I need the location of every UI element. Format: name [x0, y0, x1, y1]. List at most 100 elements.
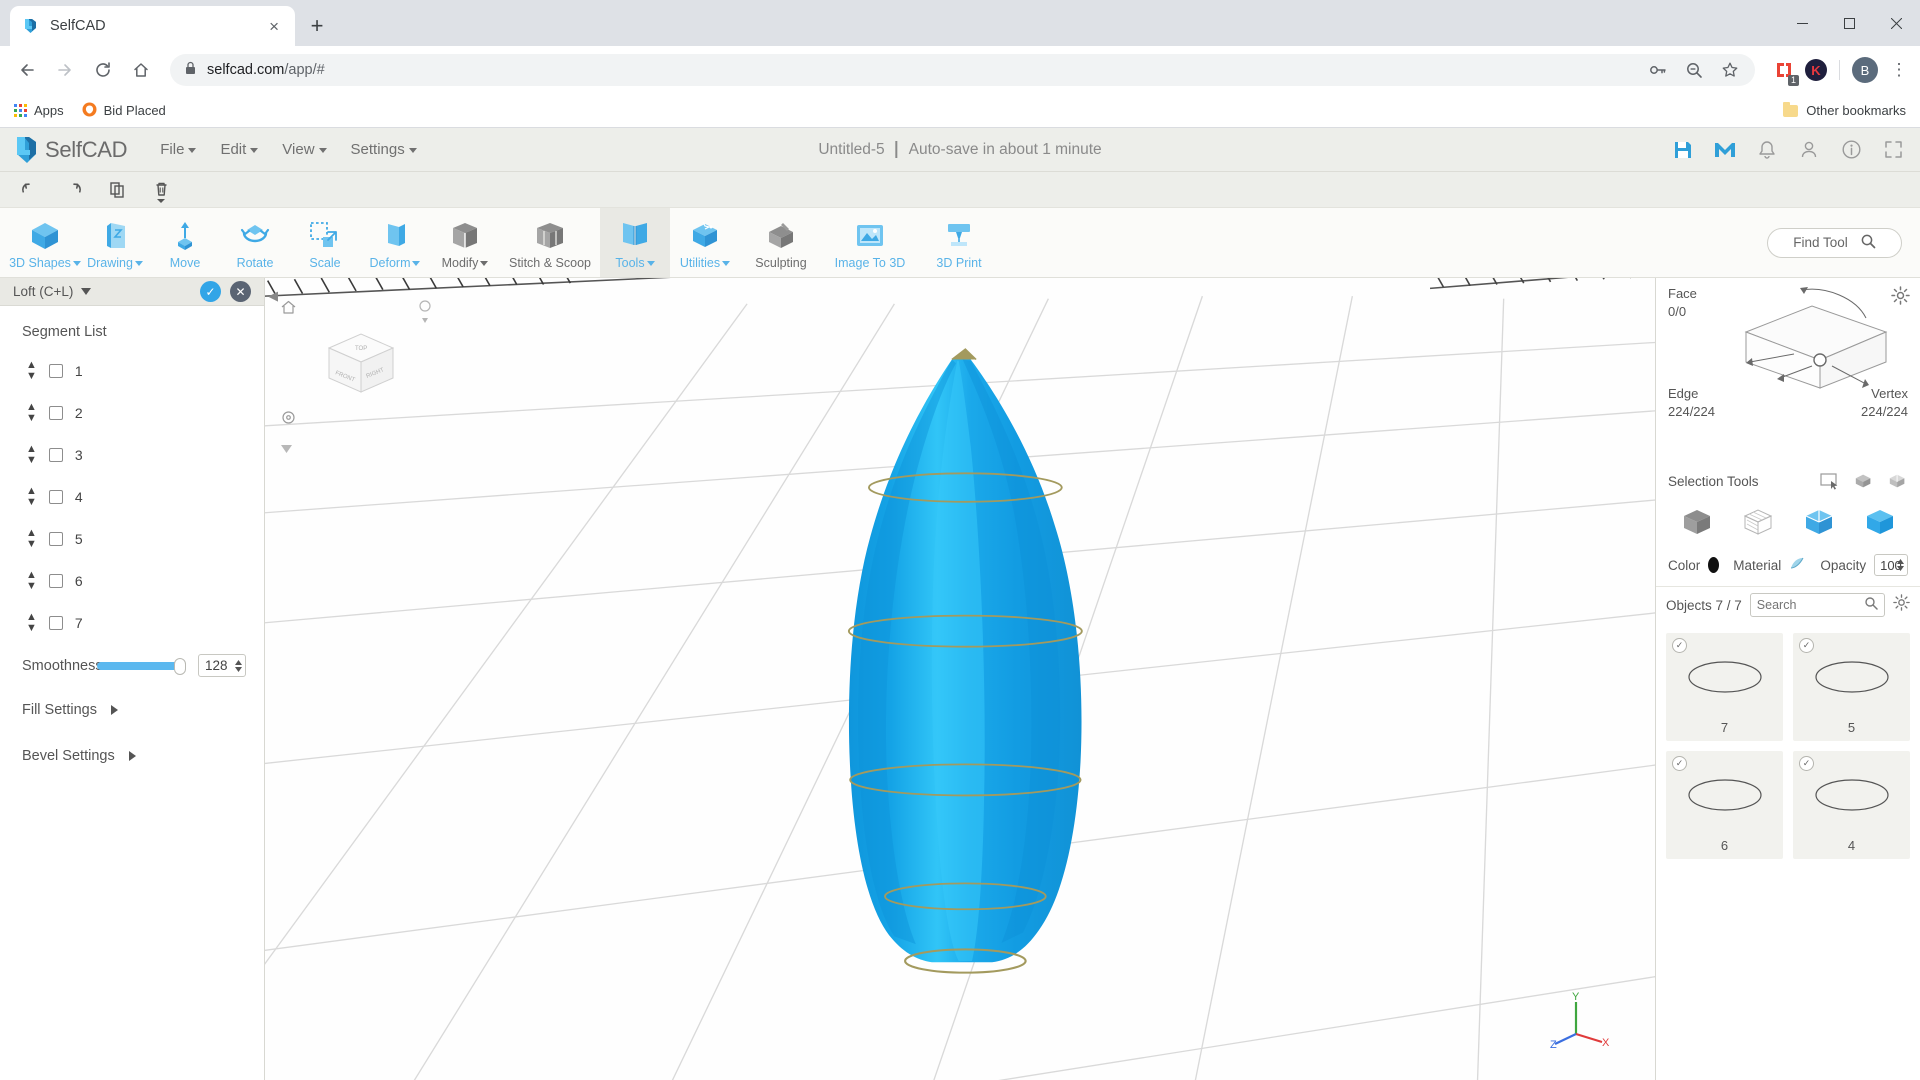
object-visibility-checkbox[interactable]: ✓ [1799, 756, 1814, 771]
segment-list-item[interactable]: ▲▼ 4 [0, 476, 264, 518]
segment-checkbox[interactable] [49, 448, 63, 462]
box-select-icon[interactable] [1854, 472, 1874, 490]
object-visibility-checkbox[interactable]: ✓ [1672, 756, 1687, 771]
ribbon-move[interactable]: Move [150, 208, 220, 277]
ribbon-3d-shapes[interactable]: 3D Shapes [10, 208, 80, 277]
drag-handle-icon[interactable]: ▲▼ [26, 360, 37, 382]
ribbon-scale[interactable]: Scale [290, 208, 360, 277]
document-title[interactable]: Untitled-5 [818, 141, 884, 159]
home-icon[interactable] [124, 53, 158, 87]
drag-handle-icon[interactable]: ▲▼ [26, 612, 37, 634]
confirm-button[interactable]: ✓ [200, 281, 221, 302]
object-card[interactable]: ✓ 6 [1666, 751, 1783, 859]
opacity-input[interactable]: 100 [1874, 554, 1908, 576]
bell-icon[interactable] [1756, 139, 1778, 161]
user-icon[interactable] [1798, 139, 1820, 161]
window-maximize-button[interactable] [1826, 0, 1873, 46]
segment-checkbox[interactable] [49, 532, 63, 546]
profile-avatar[interactable]: B [1852, 57, 1878, 83]
segment-checkbox[interactable] [49, 406, 63, 420]
drag-handle-icon[interactable]: ▲▼ [26, 444, 37, 466]
ribbon-drawing[interactable]: Drawing [80, 208, 150, 277]
light-icon[interactable] [417, 298, 433, 329]
segment-list-item[interactable]: ▲▼ 3 [0, 434, 264, 476]
segment-list-item[interactable]: ▲▼ 1 [0, 350, 264, 392]
drag-handle-icon[interactable]: ▲▼ [26, 486, 37, 508]
drag-handle-icon[interactable]: ▲▼ [26, 402, 37, 424]
material-icon[interactable] [1789, 556, 1806, 575]
delete-icon[interactable] [144, 176, 178, 204]
smoothness-value-input[interactable]: 128 [198, 654, 246, 677]
ribbon-3d-print[interactable]: 3D Print [918, 208, 1000, 277]
view-cube[interactable]: TOP FRONT RIGHT [315, 326, 405, 404]
segment-list-item[interactable]: ▲▼ 7 [0, 602, 264, 644]
save-icon[interactable] [1672, 139, 1694, 161]
window-close-button[interactable] [1873, 0, 1920, 46]
stepper-icon[interactable] [1897, 559, 1904, 571]
search-icon[interactable] [1864, 596, 1878, 615]
face-mode-icon[interactable] [1741, 506, 1775, 538]
bookmark-apps[interactable]: Apps [14, 103, 64, 118]
dropdown-arrow-icon[interactable] [281, 440, 292, 458]
fullscreen-icon[interactable] [1882, 139, 1904, 161]
undo-icon[interactable] [12, 176, 46, 204]
browser-menu-icon[interactable]: ⋮ [1888, 59, 1910, 81]
back-icon[interactable] [10, 53, 44, 87]
segment-checkbox[interactable] [49, 364, 63, 378]
forward-icon[interactable] [48, 53, 82, 87]
menu-settings[interactable]: Settings [340, 135, 428, 164]
segment-checkbox[interactable] [49, 616, 63, 630]
object-card[interactable]: ✓ 7 [1666, 633, 1783, 741]
new-tab-button[interactable]: + [301, 10, 333, 42]
profile-k-icon[interactable]: K [1805, 59, 1827, 81]
reload-icon[interactable] [86, 53, 120, 87]
segment-list-item[interactable]: ▲▼ 5 [0, 518, 264, 560]
slider-knob[interactable] [174, 658, 186, 675]
object-card[interactable]: ✓ 4 [1793, 751, 1910, 859]
lasso-select-icon[interactable] [1888, 472, 1908, 490]
ribbon-tools[interactable]: Tools [600, 208, 670, 277]
cancel-button[interactable]: ✕ [230, 281, 251, 302]
ribbon-utilities[interactable]: Utilities [670, 208, 740, 277]
ribbon-sculpting[interactable]: Sculpting [740, 208, 822, 277]
extension-icon[interactable]: 1 [1773, 59, 1795, 81]
vertex-mode-icon[interactable] [1863, 506, 1897, 538]
gmail-icon[interactable] [1714, 139, 1736, 161]
bevel-settings-row[interactable]: Bevel Settings [0, 733, 264, 779]
segment-list-item[interactable]: ▲▼ 6 [0, 560, 264, 602]
other-bookmarks-button[interactable]: Other bookmarks [1783, 103, 1906, 118]
app-logo[interactable]: SelfCAD [14, 135, 127, 165]
object-card[interactable]: ✓ 5 [1793, 633, 1910, 741]
object-visibility-checkbox[interactable]: ✓ [1799, 638, 1814, 653]
axis-gizmo[interactable]: Y X Z [1550, 990, 1610, 1050]
info-icon[interactable] [1840, 139, 1862, 161]
redo-icon[interactable] [56, 176, 90, 204]
search-input[interactable] [1757, 598, 1860, 612]
segment-checkbox[interactable] [49, 490, 63, 504]
objects-settings-gear-icon[interactable] [1893, 594, 1910, 616]
tab-close-icon[interactable]: × [265, 18, 283, 35]
stepper-icon[interactable] [235, 660, 242, 672]
segment-list-item[interactable]: ▲▼ 2 [0, 392, 264, 434]
menu-edit[interactable]: Edit [209, 135, 269, 164]
fill-settings-row[interactable]: Fill Settings [0, 687, 264, 733]
edge-mode-icon[interactable] [1802, 506, 1836, 538]
ribbon-stitch-scoop[interactable]: Stitch & Scoop [500, 208, 600, 277]
browser-tab[interactable]: SelfCAD × [10, 6, 295, 46]
star-icon[interactable] [1719, 59, 1741, 81]
menu-view[interactable]: View [271, 135, 337, 164]
address-bar[interactable]: selfcad.com/app/# [170, 54, 1755, 86]
collapse-panel-button[interactable]: ◀ [265, 284, 281, 308]
color-swatch[interactable] [1708, 557, 1719, 573]
menu-file[interactable]: File [149, 135, 207, 164]
target-icon[interactable] [281, 410, 296, 428]
3d-viewport[interactable]: ◀ [265, 278, 1655, 1080]
smoothness-slider[interactable] [97, 661, 186, 671]
drag-handle-icon[interactable]: ▲▼ [26, 570, 37, 592]
key-icon[interactable] [1647, 59, 1669, 81]
home-icon[interactable] [281, 300, 296, 317]
copy-icon[interactable] [100, 176, 134, 204]
objects-search[interactable] [1750, 593, 1885, 617]
segment-checkbox[interactable] [49, 574, 63, 588]
ribbon-deform[interactable]: Deform [360, 208, 430, 277]
